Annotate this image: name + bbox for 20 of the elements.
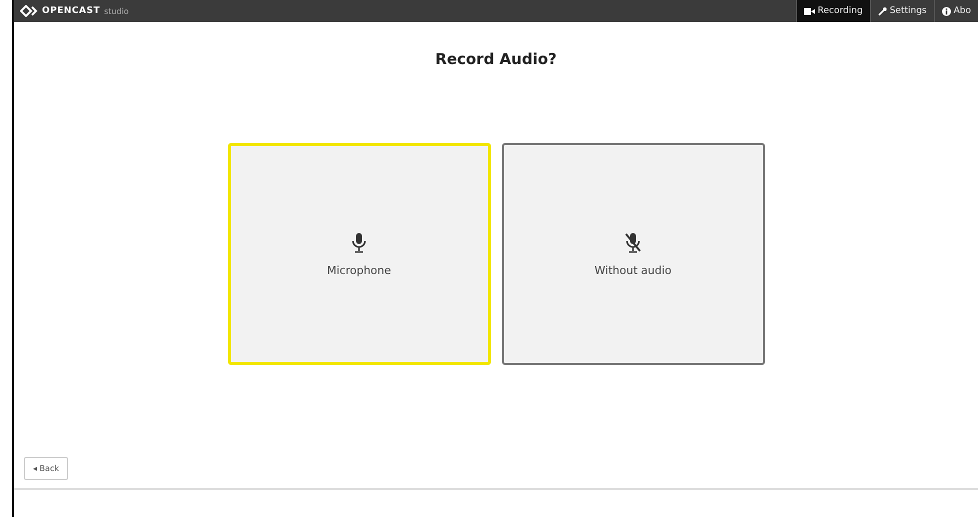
- nav-tab[interactable]: Recording: [796, 0, 870, 22]
- microphone-icon: [350, 232, 368, 254]
- nav-tab[interactable]: Abo: [934, 0, 978, 22]
- info-icon: [942, 6, 951, 16]
- camera-icon: [804, 8, 815, 14]
- nav-tab-label: Recording: [818, 6, 863, 16]
- option-label: Microphone: [326, 264, 392, 276]
- logo-icon: [20, 5, 38, 17]
- back-button[interactable]: ◂ Back: [24, 457, 68, 480]
- nav-tab-label: Settings: [890, 6, 927, 16]
- page-title: Record Audio?: [435, 50, 557, 68]
- muted-microphone-icon: [624, 232, 642, 254]
- option-card[interactable]: Without audio: [502, 143, 764, 365]
- brand-name: OPENCAST: [42, 6, 100, 16]
- option-card[interactable]: Microphone: [228, 143, 490, 365]
- option-label: Without audio: [594, 264, 672, 276]
- wrench-icon: [878, 6, 887, 16]
- nav-tab[interactable]: Settings: [870, 0, 934, 22]
- product-name: studio: [104, 6, 129, 16]
- nav-tab-label: Abo: [954, 6, 971, 16]
